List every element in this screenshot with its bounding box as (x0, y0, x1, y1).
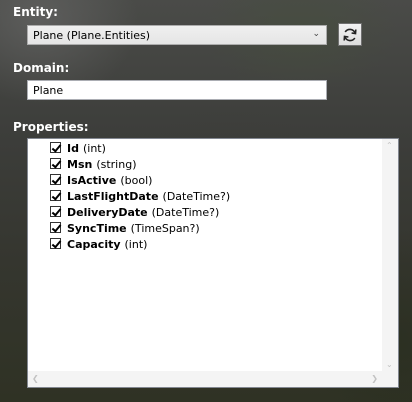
property-item-isactive[interactable]: IsActive (bool) (50, 173, 230, 189)
property-type: (DateTime?) (162, 190, 231, 203)
property-type: (int) (82, 142, 106, 155)
properties-list[interactable]: Id (int) Msn (string) IsActive (bool) LastF… (27, 138, 399, 388)
property-type: (int) (124, 238, 148, 251)
property-checkbox[interactable] (50, 190, 61, 201)
scroll-up-arrow-icon[interactable]: ⌃ (386, 141, 393, 150)
property-item-lastflightdate[interactable]: LastFlightDate (DateTime?) (50, 189, 230, 205)
property-name: LastFlightDate (67, 190, 159, 203)
property-checkbox[interactable] (50, 206, 61, 217)
property-item-id[interactable]: Id (int) (50, 141, 230, 157)
property-name: DeliveryDate (67, 206, 148, 219)
property-item-msn[interactable]: Msn (string) (50, 157, 230, 173)
property-checkbox[interactable] (50, 158, 61, 169)
property-item-capacity[interactable]: Capacity (int) (50, 237, 230, 253)
property-name: SyncTime (67, 222, 127, 235)
vertical-scrollbar[interactable]: ⌃ ⌄ (382, 139, 398, 371)
entity-label: Entity: (13, 5, 58, 19)
horizontal-scrollbar[interactable]: ❮ ❯ (28, 371, 382, 387)
property-checkbox[interactable] (50, 238, 61, 249)
refresh-icon (343, 28, 357, 42)
properties-label: Properties: (13, 120, 89, 134)
property-checkbox[interactable] (50, 222, 61, 233)
entity-select-value: Plane (Plane.Entities) (33, 29, 151, 42)
domain-label: Domain: (13, 61, 70, 75)
property-type: (DateTime?) (151, 206, 220, 219)
property-type: (string) (96, 158, 137, 171)
refresh-button[interactable] (338, 23, 362, 46)
property-checkbox[interactable] (50, 142, 61, 153)
scrollbar-corner (382, 371, 398, 387)
property-name: Capacity (67, 238, 121, 251)
entity-select[interactable]: Plane (Plane.Entities) ⌄ (27, 25, 327, 45)
property-type: (bool) (120, 174, 153, 187)
chevron-down-icon: ⌄ (312, 29, 320, 39)
scroll-right-arrow-icon[interactable]: ❯ (371, 374, 378, 383)
property-type: (TimeSpan?) (130, 222, 200, 235)
property-name: Msn (67, 158, 93, 171)
property-item-deliverydate[interactable]: DeliveryDate (DateTime?) (50, 205, 230, 221)
property-checkbox[interactable] (50, 174, 61, 185)
property-name: Id (67, 142, 79, 155)
scroll-down-arrow-icon[interactable]: ⌄ (386, 360, 393, 369)
scroll-left-arrow-icon[interactable]: ❮ (32, 374, 39, 383)
domain-input[interactable] (27, 80, 327, 100)
property-item-synctime[interactable]: SyncTime (TimeSpan?) (50, 221, 230, 237)
property-name: IsActive (67, 174, 117, 187)
